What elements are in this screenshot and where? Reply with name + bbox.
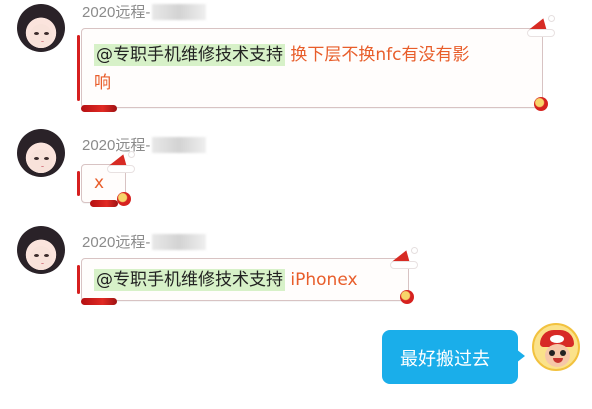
face-icon: [545, 344, 570, 367]
message-body-line2: 响: [94, 73, 111, 93]
sender-avatar-2[interactable]: [17, 129, 65, 177]
sender-name-text: 2020远程-: [82, 234, 151, 251]
message-text-2: x: [94, 173, 105, 193]
message-body: iPhonex: [290, 270, 358, 290]
message-bubble-3[interactable]: @专职手机维修技术支持 iPhonex: [77, 247, 418, 305]
my-message-text: 最好搬过去: [400, 349, 490, 370]
ribbon-decoration-icon: [90, 200, 118, 207]
sender-name-1: 2020远程-: [82, 1, 207, 22]
my-message-tail-icon: [516, 349, 525, 363]
sender-name-text: 2020远程-: [82, 4, 151, 21]
mention-tag[interactable]: @专职手机维修技术支持: [94, 44, 285, 66]
message-text-1: @专职手机维修技术支持 换下层不换nfc有没有影 响: [94, 41, 534, 97]
mention-tag[interactable]: @专职手机维修技术支持: [94, 269, 285, 291]
sender-name-3: 2020远程-: [82, 231, 207, 252]
my-message-bubble[interactable]: 最好搬过去: [382, 330, 518, 384]
santa-hat-icon: [527, 15, 555, 37]
ribbon-decoration-icon: [81, 105, 117, 112]
sender-avatar-1[interactable]: [17, 4, 65, 52]
sender-name-2: 2020远程-: [82, 134, 207, 155]
sender-avatar-3[interactable]: [17, 226, 65, 274]
message-text-3: @专职手机维修技术支持 iPhonex: [94, 269, 358, 291]
ribbon-decoration-icon: [81, 298, 117, 305]
sender-name-redaction: [152, 4, 207, 20]
santa-hat-icon: [107, 151, 135, 173]
sender-name-redaction: [152, 137, 207, 153]
message-bubble-2[interactable]: x: [77, 151, 135, 207]
message-body-line1: 换下层不换nfc有没有影: [290, 45, 470, 65]
sender-name-redaction: [152, 234, 207, 250]
santa-hat-icon: [390, 247, 418, 269]
message-bubble-1[interactable]: @专职手机维修技术支持 换下层不换nfc有没有影 响: [77, 15, 555, 112]
my-avatar[interactable]: [532, 323, 580, 371]
